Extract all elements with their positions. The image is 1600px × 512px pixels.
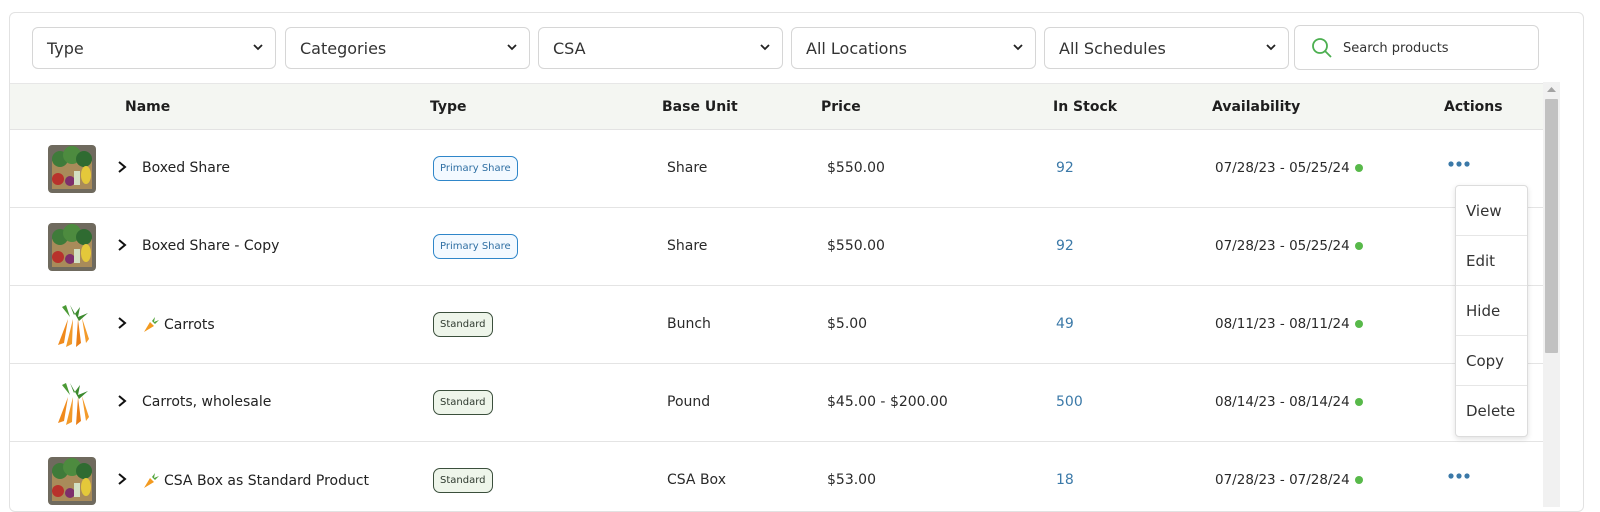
chevron-down-icon <box>253 44 263 51</box>
type-badge: Primary Share <box>433 234 518 259</box>
availability-dates: 07/28/23 - 05/25/24 <box>1215 238 1350 254</box>
type-filter-select[interactable]: Type <box>32 27 276 69</box>
chevron-down-icon <box>1013 44 1023 51</box>
available-status-dot <box>1354 320 1363 328</box>
availability-cell: 07/28/23 - 05/25/24 <box>1215 238 1363 254</box>
product-name[interactable]: CSA Box as Standard Product <box>142 472 369 490</box>
more-actions-icon[interactable] <box>1447 158 1471 170</box>
table-row[interactable]: Carrots Standard Bunch $5.00 49 08/11/23 - 08… <box>10 286 1545 364</box>
filter-bar: Type Categories CSA All Locations All Sc… <box>10 13 1583 83</box>
availability-cell: 07/28/23 - 07/28/24 <box>1215 472 1363 488</box>
type-badge: Standard <box>433 468 493 493</box>
carrot-icon <box>144 473 159 488</box>
product-thumbnail <box>48 145 96 193</box>
type-badge: Standard <box>433 312 493 337</box>
product-name[interactable]: Boxed Share - Copy <box>142 238 279 254</box>
table-header: Name Type Base Unit Price In Stock Avail… <box>10 83 1545 130</box>
price-cell: $5.00 <box>827 316 868 332</box>
base-unit-cell: Pound <box>667 394 711 410</box>
type-filter-value: Type <box>47 38 84 58</box>
menu-item-copy[interactable]: Copy <box>1456 336 1527 386</box>
locations-filter-value: All Locations <box>806 38 907 58</box>
menu-item-hide[interactable]: Hide <box>1456 286 1527 336</box>
scroll-up-arrow-icon[interactable] <box>1547 86 1556 93</box>
search-input[interactable] <box>1343 36 1528 60</box>
product-name[interactable]: Carrots, wholesale <box>142 394 271 410</box>
column-header-availability[interactable]: Availability <box>1212 99 1300 115</box>
base-unit-cell: CSA Box <box>667 472 726 488</box>
column-header-actions: Actions <box>1444 99 1503 115</box>
availability-cell: 07/28/23 - 05/25/24 <box>1215 160 1363 176</box>
menu-item-view[interactable]: View <box>1456 186 1527 236</box>
product-name[interactable]: Carrots <box>142 316 215 334</box>
carrot-icon <box>144 317 159 332</box>
available-status-dot <box>1354 398 1363 406</box>
product-thumbnail <box>48 223 96 271</box>
price-cell: $550.00 <box>827 238 885 254</box>
available-status-dot <box>1354 242 1363 250</box>
expand-chevron-icon[interactable] <box>116 394 128 408</box>
in-stock-cell[interactable]: 500 <box>1056 394 1083 410</box>
availability-dates: 07/28/23 - 05/25/24 <box>1215 160 1350 176</box>
chevron-down-icon <box>760 44 770 51</box>
menu-item-edit[interactable]: Edit <box>1456 236 1527 286</box>
column-header-name[interactable]: Name <box>125 99 170 115</box>
products-panel: Type Categories CSA All Locations All Sc… <box>9 12 1584 512</box>
schedules-filter-select[interactable]: All Schedules <box>1044 27 1289 69</box>
schedules-filter-value: All Schedules <box>1059 38 1166 58</box>
expand-chevron-icon[interactable] <box>116 316 128 330</box>
available-status-dot <box>1354 164 1363 172</box>
base-unit-cell: Share <box>667 238 708 254</box>
column-header-type[interactable]: Type <box>430 99 467 115</box>
csa-filter-select[interactable]: CSA <box>538 27 783 69</box>
in-stock-cell[interactable]: 92 <box>1056 160 1074 176</box>
scrollbar-thumb[interactable] <box>1545 99 1558 353</box>
table-row[interactable]: Boxed Share - Copy Primary Share Share $550… <box>10 208 1545 286</box>
menu-item-delete[interactable]: Delete <box>1456 386 1527 436</box>
expand-chevron-icon[interactable] <box>116 238 128 252</box>
base-unit-cell: Bunch <box>667 316 711 332</box>
price-cell: $45.00 - $200.00 <box>827 394 948 410</box>
column-header-in-stock[interactable]: In Stock <box>1053 99 1117 115</box>
product-thumbnail <box>48 457 96 505</box>
product-thumbnail <box>48 301 96 349</box>
categories-filter-select[interactable]: Categories <box>285 27 530 69</box>
more-actions-icon[interactable] <box>1447 470 1471 482</box>
expand-chevron-icon[interactable] <box>116 160 128 174</box>
csa-filter-value: CSA <box>553 38 586 58</box>
search-icon <box>1312 38 1332 58</box>
expand-chevron-icon[interactable] <box>116 472 128 486</box>
vertical-scrollbar[interactable] <box>1543 82 1560 507</box>
price-cell: $53.00 <box>827 472 876 488</box>
product-name[interactable]: Boxed Share <box>142 160 230 176</box>
table-row[interactable]: Carrots, wholesale Standard Pound $45.00 - … <box>10 364 1545 442</box>
column-header-base-unit[interactable]: Base Unit <box>662 99 738 115</box>
chevron-down-icon <box>1266 44 1276 51</box>
type-badge: Primary Share <box>433 156 518 181</box>
base-unit-cell: Share <box>667 160 708 176</box>
available-status-dot <box>1354 476 1363 484</box>
locations-filter-select[interactable]: All Locations <box>791 27 1036 69</box>
categories-filter-value: Categories <box>300 38 387 58</box>
actions-dropdown-menu: View Edit Hide Copy Delete <box>1455 185 1528 437</box>
type-badge: Standard <box>433 390 493 415</box>
availability-dates: 08/11/23 - 08/11/24 <box>1215 316 1350 332</box>
in-stock-cell[interactable]: 92 <box>1056 238 1074 254</box>
availability-cell: 08/14/23 - 08/14/24 <box>1215 394 1363 410</box>
product-thumbnail <box>48 379 96 427</box>
column-header-price[interactable]: Price <box>821 99 861 115</box>
search-box <box>1294 25 1539 70</box>
in-stock-cell[interactable]: 18 <box>1056 472 1074 488</box>
chevron-down-icon <box>507 44 517 51</box>
availability-dates: 08/14/23 - 08/14/24 <box>1215 394 1350 410</box>
in-stock-cell[interactable]: 49 <box>1056 316 1074 332</box>
table-row[interactable]: Boxed Share Primary Share Share $550.00 92 07… <box>10 130 1545 208</box>
availability-cell: 08/11/23 - 08/11/24 <box>1215 316 1363 332</box>
availability-dates: 07/28/23 - 07/28/24 <box>1215 472 1350 488</box>
table-row[interactable]: CSA Box as Standard Product Standard CSA B… <box>10 442 1545 511</box>
price-cell: $550.00 <box>827 160 885 176</box>
